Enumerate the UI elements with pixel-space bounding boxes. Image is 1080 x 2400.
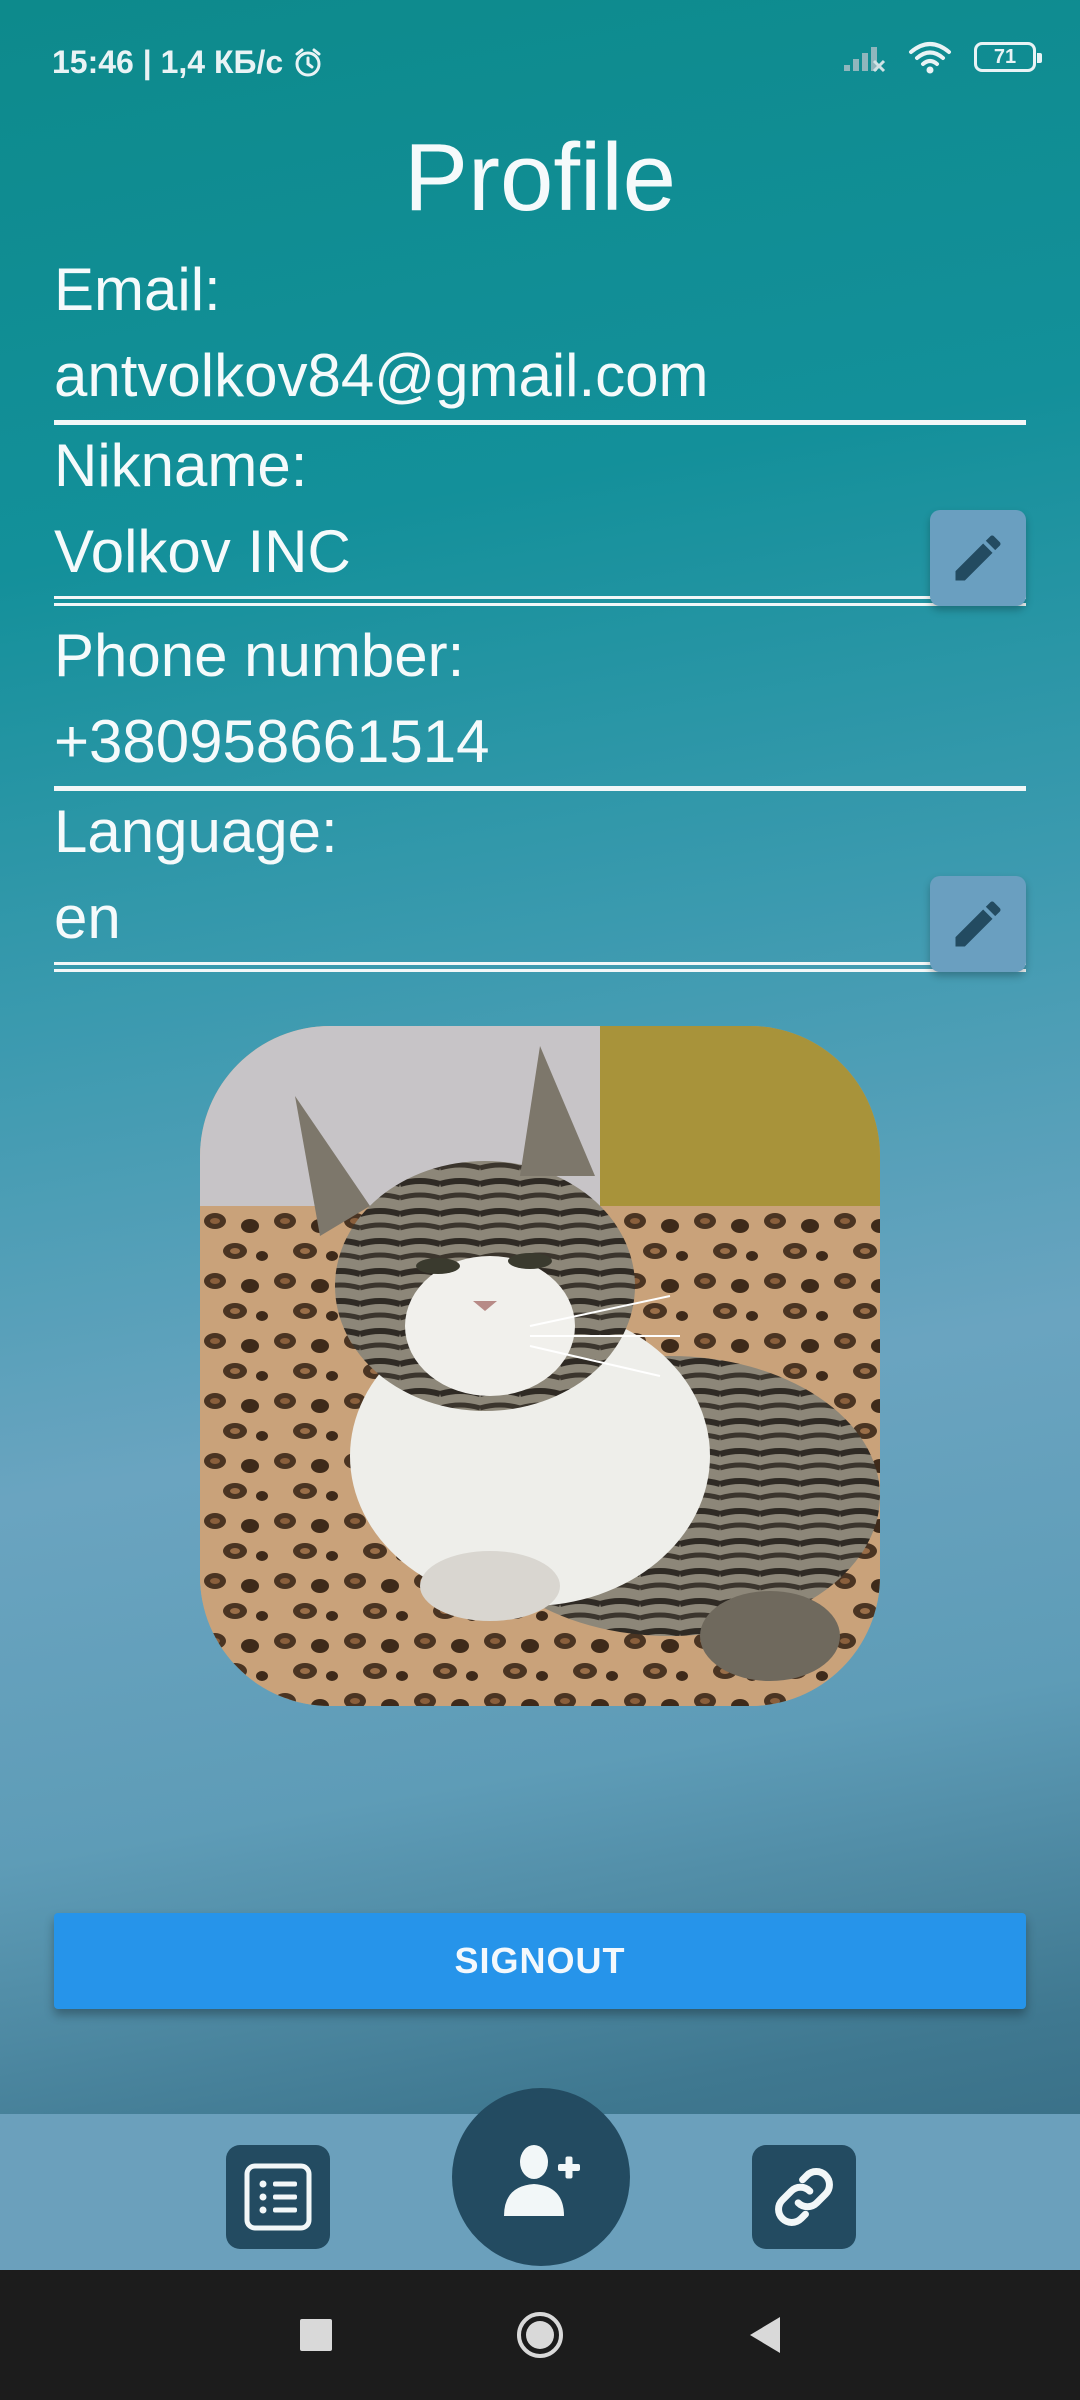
nickname-field: Nikname: Volkov INC xyxy=(54,430,1026,606)
circle-icon xyxy=(517,2312,563,2358)
page-title: Profile xyxy=(403,124,677,231)
alarm-icon xyxy=(295,48,321,76)
add-user-button[interactable] xyxy=(452,2088,630,2266)
nickname-value: Volkov INC xyxy=(54,518,351,585)
phone-label: Phone number: xyxy=(54,622,465,689)
pencil-icon xyxy=(955,535,1001,581)
nickname-underline xyxy=(54,596,1026,599)
pencil-icon xyxy=(955,901,1001,947)
edit-nickname-button[interactable] xyxy=(930,510,1026,606)
list-button[interactable] xyxy=(226,2145,330,2249)
add-user-icon xyxy=(504,2145,580,2216)
language-value: en xyxy=(54,884,121,951)
cat-photo xyxy=(200,1026,880,1706)
signout-button[interactable]: SIGNOUT xyxy=(54,1913,1026,2009)
battery-level: 71 xyxy=(993,45,1017,68)
edit-language-button[interactable] xyxy=(930,876,1026,972)
list-icon xyxy=(244,2163,312,2231)
link-icon xyxy=(775,2168,833,2226)
language-label: Language: xyxy=(54,798,338,865)
status-left: 15:46 | 1,4 КБ/с xyxy=(52,44,323,81)
recents-button[interactable] xyxy=(286,2270,346,2400)
phone-underline xyxy=(54,786,1026,791)
status-time-speed: 15:46 | 1,4 КБ/с xyxy=(52,44,284,80)
nickname-label: Nikname: xyxy=(54,432,308,499)
email-value: antvolkov84@gmail.com xyxy=(54,342,709,409)
signal-icon xyxy=(844,47,886,73)
language-field: Language: en xyxy=(54,796,1026,972)
email-label: Email: xyxy=(54,256,221,323)
link-button[interactable] xyxy=(752,2145,856,2249)
status-right: 71 xyxy=(842,40,1042,74)
back-button[interactable] xyxy=(734,2270,794,2400)
phone-field: Phone number: +380958661514 xyxy=(54,620,1026,791)
system-nav-bar xyxy=(0,2270,1080,2400)
phone-value: +380958661514 xyxy=(54,708,490,775)
email-underline xyxy=(54,420,1026,425)
email-field: Email: antvolkov84@gmail.com xyxy=(54,254,1026,425)
wifi-icon xyxy=(909,42,951,74)
battery-icon: 71 xyxy=(974,42,1042,72)
square-icon xyxy=(300,2319,332,2351)
status-bar: 15:46 | 1,4 КБ/с 71 xyxy=(0,0,1080,130)
triangle-back-icon xyxy=(750,2317,780,2353)
home-button[interactable] xyxy=(510,2270,570,2400)
language-underline xyxy=(54,962,1026,965)
profile-avatar[interactable] xyxy=(200,1026,880,1706)
